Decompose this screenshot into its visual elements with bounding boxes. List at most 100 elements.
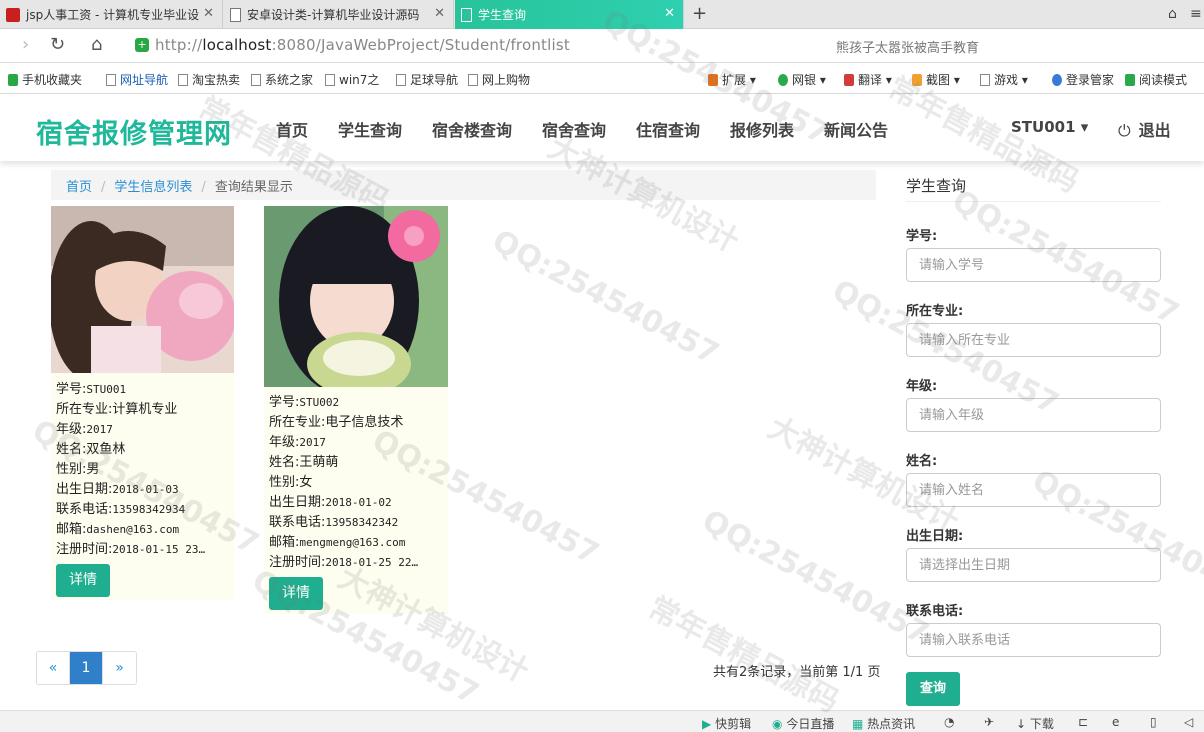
student-card: 学号:STU001 所在专业:计算机专业 年级:2017 姓名:双鱼林 性别:男…	[51, 206, 234, 600]
login-manager-button[interactable]: 登录管家	[1052, 71, 1114, 88]
student-info: 学号:STU001 所在专业:计算机专业 年级:2017 姓名:双鱼林 性别:男…	[56, 380, 205, 560]
games-button[interactable]: 游戏 ▾	[980, 71, 1028, 88]
bookmark-nav[interactable]: 网址导航	[106, 71, 168, 88]
search-input[interactable]: 熊孩子太嚣张被高手教育	[836, 37, 979, 56]
student-info: 学号:STU002 所在专业:电子信息技术 年级:2017 姓名:王萌萌 性别:…	[269, 393, 418, 573]
page-icon	[251, 74, 261, 86]
name-input[interactable]	[906, 473, 1161, 507]
search-panel-title: 学生查询	[906, 177, 967, 195]
nav-building-query[interactable]: 宿舍楼查询	[432, 117, 512, 141]
gamepad-icon	[980, 74, 990, 86]
student-id-input[interactable]	[906, 248, 1161, 282]
url-input[interactable]: http://localhost:8080/JavaWebProject/Stu…	[155, 36, 570, 54]
bookmark-football[interactable]: 足球导航	[396, 71, 458, 88]
student-sex-row: 性别:男	[56, 462, 100, 477]
browser-tab-1[interactable]: jsp人事工资 - 计算机专业毕业设 ✕	[0, 0, 223, 29]
page-icon	[396, 74, 406, 86]
quick-clip-button[interactable]: ▶ 快剪辑	[702, 715, 751, 732]
nav-repair-list[interactable]: 报修列表	[730, 117, 794, 141]
page-icon	[468, 74, 478, 86]
grade-label: 年级:	[906, 379, 938, 394]
translate-button[interactable]: 翻译 ▾	[844, 71, 892, 88]
pagination-page-1[interactable]: 1	[70, 652, 103, 684]
page-icon	[461, 7, 472, 22]
screenshot-button[interactable]: 截图 ▾	[912, 71, 960, 88]
user-menu[interactable]: STU001 ▾	[1011, 118, 1088, 136]
mobile-icon	[8, 74, 18, 86]
student-photo-image	[51, 206, 234, 373]
nav-student-query[interactable]: 学生查询	[338, 117, 402, 141]
accelerate-icon[interactable]: ◔	[944, 715, 954, 729]
breadcrumb-home[interactable]: 首页	[66, 180, 92, 195]
birth-date-input[interactable]	[906, 548, 1161, 582]
site-brand[interactable]: 宿舍报修管理网	[36, 112, 232, 151]
detail-button[interactable]: 详情	[269, 577, 323, 610]
breadcrumb-student-list[interactable]: 学生信息列表	[114, 180, 192, 195]
student-email-row: 邮箱:dashen@163.com	[56, 522, 180, 537]
student-card: 学号:STU002 所在专业:电子信息技术 年级:2017 姓名:王萌萌 性别:…	[264, 206, 448, 614]
student-photo-image	[264, 206, 448, 387]
tab-label: jsp人事工资 - 计算机专业毕业设	[26, 8, 200, 22]
layout-icon[interactable]: ▯	[1150, 715, 1157, 729]
shirt-icon[interactable]: ⌂	[1168, 6, 1177, 22]
phone-label: 联系电话:	[906, 604, 964, 619]
student-email-row: 邮箱:mengmeng@163.com	[269, 535, 406, 550]
close-icon[interactable]: ✕	[664, 6, 675, 21]
bookmark-shopping[interactable]: 网上购物	[468, 71, 530, 88]
menu-icon[interactable]: ≡	[1190, 6, 1202, 22]
student-reg-row: 注册时间:2018-01-15 23…	[56, 542, 206, 557]
search-submit-button[interactable]: 查询	[906, 672, 960, 706]
phone-input[interactable]	[906, 623, 1161, 657]
download-icon: ↓	[1016, 717, 1027, 731]
nav-dorm-query[interactable]: 宿舍查询	[542, 117, 606, 141]
reading-mode-button[interactable]: 阅读模式	[1125, 71, 1187, 88]
bookmark-win7[interactable]: win7之	[325, 71, 379, 88]
nav-news[interactable]: 新闻公告	[824, 117, 888, 141]
student-phone-row: 联系电话:13598342934	[56, 502, 186, 517]
browser-tab-3[interactable]: 学生查询 ✕	[455, 0, 684, 29]
pagination: « 1 »	[36, 651, 137, 685]
bookmark-taobao[interactable]: 淘宝热卖	[178, 71, 240, 88]
bank-button[interactable]: 网银 ▾	[778, 71, 826, 88]
watermark: QQ:254540457	[696, 503, 935, 652]
major-input[interactable]	[906, 323, 1161, 357]
student-photo[interactable]	[264, 206, 448, 387]
rocket-icon[interactable]: ✈	[984, 715, 994, 729]
forward-icon[interactable]: ›	[22, 34, 29, 55]
play-icon: ▶	[702, 717, 712, 731]
browser-tab-2[interactable]: 安卓设计类-计算机毕业设计源码 ✕	[224, 0, 454, 29]
address-bar: › ↻ ⌂ + http://localhost:8080/JavaWebPro…	[0, 29, 1204, 84]
birth-date-label: 出生日期:	[906, 529, 964, 544]
nav-home[interactable]: 首页	[276, 117, 308, 141]
news-button[interactable]: ▦ 热点资讯	[852, 715, 915, 732]
student-birth-row: 出生日期:2018-01-02	[269, 495, 392, 510]
logout-button[interactable]: ⏻ 退出	[1118, 117, 1171, 141]
scissors-icon	[912, 74, 922, 86]
power-icon: ⏻	[1118, 121, 1131, 140]
close-icon[interactable]: ✕	[203, 6, 214, 21]
page-icon	[325, 74, 335, 86]
live-button[interactable]: ◉ 今日直播	[772, 715, 834, 732]
new-tab-icon[interactable]: +	[692, 3, 707, 24]
pagination-next[interactable]: »	[103, 652, 136, 684]
student-id-row: 学号:STU001	[56, 382, 127, 397]
nav-stay-query[interactable]: 住宿查询	[636, 117, 700, 141]
home-icon[interactable]: ⌂	[91, 34, 102, 55]
student-id-row: 学号:STU002	[269, 395, 340, 410]
student-photo[interactable]	[51, 206, 234, 373]
ie-icon[interactable]: e	[1112, 715, 1119, 729]
reload-icon[interactable]: ↻	[50, 34, 65, 55]
student-name-row: 姓名:王萌萌	[269, 455, 339, 470]
detail-button[interactable]: 详情	[56, 564, 110, 597]
extensions-button[interactable]: 扩展 ▾	[708, 71, 756, 88]
bookmark-xitong[interactable]: 系统之家	[251, 71, 313, 88]
window-icon[interactable]: ⊏	[1078, 715, 1088, 729]
book-icon	[1125, 74, 1135, 86]
download-button[interactable]: ↓ 下载	[1016, 715, 1054, 732]
browser-tab-bar: jsp人事工资 - 计算机专业毕业设 ✕ 安卓设计类-计算机毕业设计源码 ✕ 学…	[0, 0, 1204, 29]
grade-input[interactable]	[906, 398, 1161, 432]
bookmark-mobile[interactable]: 手机收藏夹	[8, 71, 82, 88]
close-icon[interactable]: ✕	[434, 6, 445, 21]
volume-icon[interactable]: ◁	[1184, 715, 1193, 729]
pagination-prev[interactable]: «	[37, 652, 70, 684]
